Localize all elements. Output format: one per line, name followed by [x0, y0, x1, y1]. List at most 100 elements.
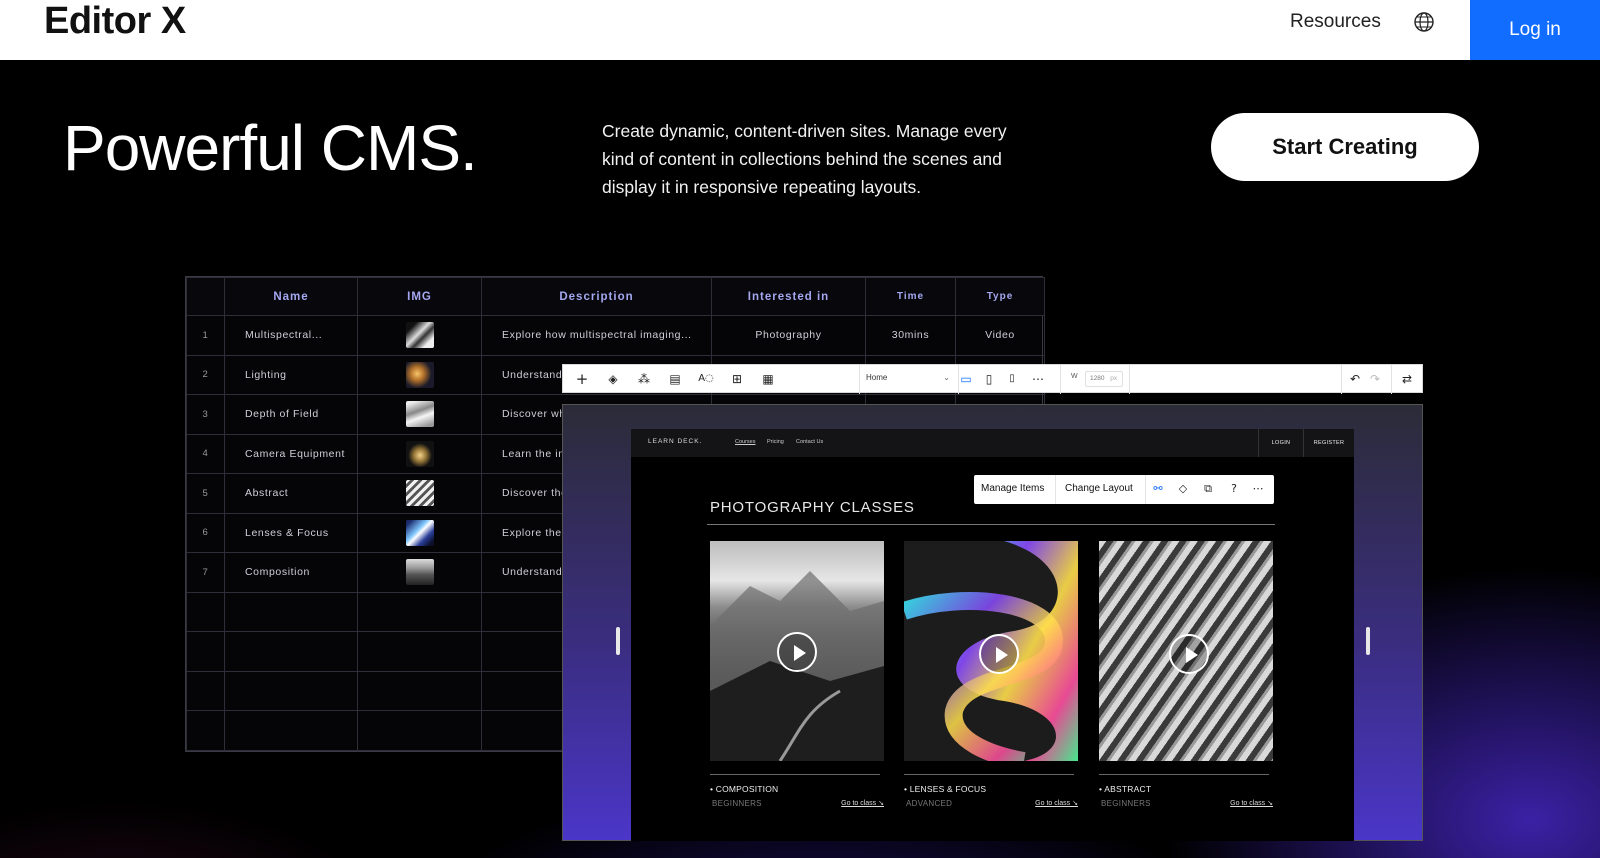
title-divider	[707, 524, 1275, 525]
nav-resources-link[interactable]: Resources	[1290, 10, 1381, 34]
card-title-text: ABSTRACT	[1104, 784, 1152, 794]
row-number: 4	[186, 433, 225, 475]
class-card-abstract[interactable]: • ABSTRACT BEGINNERS Go to class ↘	[1099, 541, 1273, 819]
empty-cell	[224, 591, 358, 633]
width-input[interactable]: 1280 px	[1085, 371, 1123, 387]
hero-title: Powerful CMS.	[63, 112, 478, 184]
globe-icon[interactable]	[1413, 11, 1435, 33]
table-row[interactable]: 1 Multispectral... Explore how multispec…	[186, 315, 1045, 356]
site-link-courses[interactable]: Courses	[735, 439, 755, 445]
resize-handle-right[interactable]	[1366, 627, 1370, 655]
row-number: 7	[186, 552, 225, 593]
cell-name[interactable]: Lenses & Focus	[224, 512, 358, 554]
cell-time[interactable]: 30mins	[865, 315, 956, 356]
repeater-context-bar: Manage Items Change Layout ⚯ ◇ ⧉ ? ⋯	[974, 475, 1274, 504]
go-to-class-link[interactable]: Go to class ↘	[841, 799, 884, 807]
play-button-icon[interactable]	[979, 634, 1019, 674]
resize-handle-left[interactable]	[616, 627, 620, 655]
class-card-lenses-focus[interactable]: • LENSES & FOCUS ADVANCED Go to class ↘	[904, 541, 1078, 819]
empty-cell	[357, 591, 482, 633]
card-title-text: LENSES & FOCUS	[909, 784, 987, 794]
redo-icon[interactable]: ↷	[1367, 371, 1383, 387]
cell-name[interactable]: Abstract	[224, 473, 358, 514]
page-select[interactable]: Home ⌄	[866, 373, 956, 387]
cell-img[interactable]	[357, 552, 482, 593]
cell-img[interactable]	[357, 315, 482, 356]
help-icon[interactable]: ?	[1227, 482, 1241, 495]
cell-description[interactable]: Explore how multispectral imaging...	[481, 315, 712, 356]
mobile-icon[interactable]: ▯	[1004, 371, 1020, 387]
site-link-contact[interactable]: Contact Us	[796, 439, 823, 445]
thumbnail-image	[405, 519, 434, 546]
site-logo[interactable]: LEARN DECK.	[648, 438, 702, 445]
column-header-img[interactable]: IMG	[357, 277, 482, 316]
editor-x-logo[interactable]: Editor X	[44, 0, 186, 42]
cell-name[interactable]: Camera Equipment	[224, 433, 358, 475]
column-header-description[interactable]: Description	[481, 277, 712, 316]
class-card-composition[interactable]: • COMPOSITION BEGINNERS Go to class ↘	[710, 541, 884, 819]
cell-img[interactable]	[357, 354, 482, 396]
login-button[interactable]: Log in	[1470, 0, 1600, 60]
cell-interested-in[interactable]: Photography	[711, 315, 866, 356]
add-icon[interactable]: +	[574, 371, 590, 387]
settings-sliders-icon[interactable]: ⇄	[1399, 371, 1415, 387]
width-value: 1280	[1090, 375, 1105, 382]
cms-icon[interactable]: ▦	[760, 371, 776, 387]
column-header-time[interactable]: Time	[865, 277, 956, 316]
card-title: • COMPOSITION	[710, 784, 779, 794]
cell-name[interactable]: Composition	[224, 552, 358, 593]
editor-toolbar: + ◈ ⁂ ▤ A◌ ⊞ ▦ Home ⌄ ▭ ▯ ▯ ⋯ W 1280 px …	[562, 364, 1423, 394]
undo-icon[interactable]: ↶	[1347, 371, 1363, 387]
components-icon[interactable]: ⁂	[636, 371, 652, 387]
site-navbar: LEARN DECK. Courses Pricing Contact Us L…	[631, 429, 1354, 457]
width-unit: px	[1110, 375, 1118, 382]
tablet-icon[interactable]: ▯	[981, 371, 997, 387]
cell-img[interactable]	[357, 394, 482, 435]
cell-img[interactable]	[357, 473, 482, 514]
cell-name[interactable]: Depth of Field	[224, 394, 358, 435]
toolbar-divider	[1060, 365, 1061, 394]
go-to-class-link[interactable]: Go to class ↘	[1230, 799, 1273, 807]
desktop-icon[interactable]: ▭	[958, 371, 974, 387]
empty-cell	[186, 631, 225, 672]
cell-type[interactable]: Video	[955, 315, 1045, 356]
chevron-down-icon: ⌄	[943, 373, 950, 382]
column-header-type[interactable]: Type	[955, 277, 1045, 316]
empty-cell	[186, 591, 225, 633]
manage-items-button[interactable]: Manage Items	[981, 483, 1044, 494]
column-header-interested-in[interactable]: Interested in	[711, 277, 866, 316]
design-icon[interactable]: A◌	[698, 371, 714, 387]
play-button-icon[interactable]	[1169, 634, 1209, 674]
connect-data-icon[interactable]: ⚯	[1151, 482, 1165, 495]
thumbnail-image	[405, 361, 434, 388]
cell-name[interactable]: Lighting	[224, 354, 358, 396]
more-icon[interactable]: ⋯	[1030, 371, 1046, 387]
site-preview: LEARN DECK. Courses Pricing Contact Us L…	[631, 429, 1354, 841]
play-button-icon[interactable]	[777, 632, 817, 672]
layout-icon[interactable]: ⧉	[1201, 482, 1215, 496]
cell-name[interactable]: Multispectral...	[224, 315, 358, 356]
change-layout-button[interactable]: Change Layout	[1065, 483, 1133, 494]
card-divider	[1099, 774, 1269, 775]
card-title: • ABSTRACT	[1099, 784, 1152, 794]
table-header-row: Name IMG Description Interested in Time …	[186, 277, 1045, 316]
more-icon[interactable]: ⋯	[1251, 482, 1265, 495]
apps-icon[interactable]: ⊞	[729, 371, 745, 387]
editor-canvas[interactable]: LEARN DECK. Courses Pricing Contact Us L…	[562, 404, 1423, 841]
row-number: 1	[186, 315, 225, 356]
go-to-class-link[interactable]: Go to class ↘	[1035, 799, 1078, 807]
site-login-button[interactable]: LOGIN	[1258, 429, 1303, 457]
site-link-pricing[interactable]: Pricing	[767, 439, 784, 445]
layers-icon[interactable]: ◈	[605, 371, 621, 387]
card-image-abstract	[1099, 541, 1273, 761]
column-header-name[interactable]: Name	[224, 277, 358, 316]
pages-icon[interactable]: ▤	[667, 371, 683, 387]
empty-cell	[186, 710, 225, 751]
animation-icon[interactable]: ◇	[1176, 482, 1190, 495]
cell-img[interactable]	[357, 433, 482, 475]
card-image-mountain	[710, 541, 884, 761]
site-register-button[interactable]: REGISTER	[1303, 429, 1354, 457]
cell-img[interactable]	[357, 512, 482, 554]
start-creating-button[interactable]: Start Creating	[1211, 113, 1479, 181]
width-label: W	[1071, 373, 1078, 380]
